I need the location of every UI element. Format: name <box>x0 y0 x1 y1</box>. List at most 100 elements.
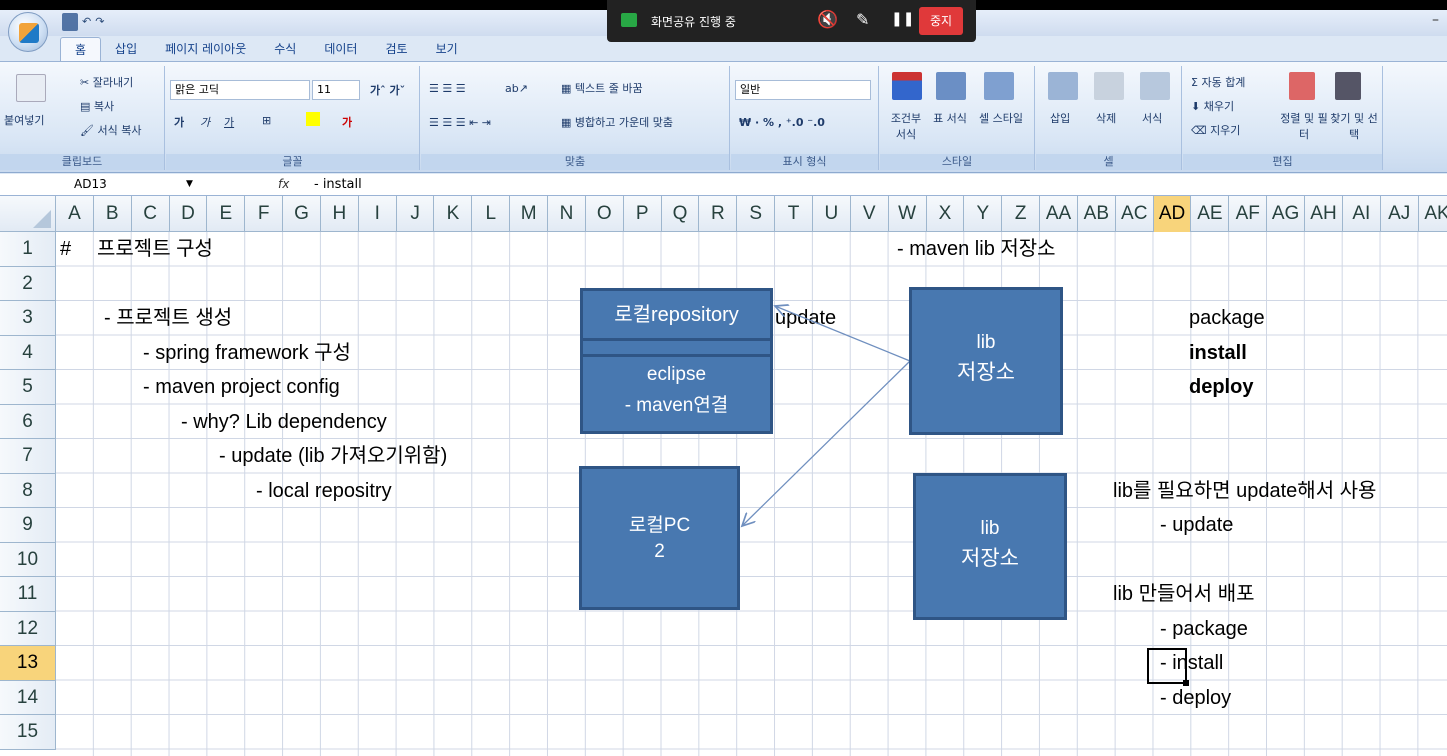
fill-color-icon[interactable] <box>306 112 320 126</box>
excel-window: ↶ ↷ – 홈 삽입 페이지 레이아웃 수식 데이터 검토 보기 붙여넣기 ✂ … <box>0 10 1447 756</box>
underline-icon[interactable]: 가 <box>224 114 234 130</box>
local-repo-title: 로컬repository <box>583 291 770 341</box>
cut-button[interactable]: ✂ 잘라내기 <box>80 74 133 90</box>
cell-style-button[interactable]: 셀 스타일 <box>976 110 1026 126</box>
horizontal-align-icons[interactable]: ☰ ☰ ☰ ⇤ ⇥ <box>429 116 491 129</box>
paste-button[interactable]: 붙여넣기 <box>4 112 44 128</box>
minimize-button[interactable]: – <box>1432 12 1439 28</box>
styles-label: 스타일 <box>880 154 1034 170</box>
number-format-select[interactable]: 일반 <box>735 80 871 100</box>
active-cell-selection[interactable] <box>1147 648 1189 686</box>
format-cells-icon[interactable] <box>1140 72 1170 100</box>
delete-button[interactable]: 삭제 <box>1096 110 1116 126</box>
local-pc-line1: 로컬PC <box>628 515 691 536</box>
share-status: 화면공유 진행 중 <box>651 15 736 29</box>
office-button[interactable] <box>8 12 48 52</box>
insert-function-icon[interactable]: fx <box>278 175 289 194</box>
editing-group: Σ 자동 합계 ⬇ 채우기 ⌫ 지우기 정렬 및 필터 찾기 및 선택 편집 <box>1183 66 1383 170</box>
conditional-format-icon[interactable] <box>892 72 922 100</box>
local-repository-shape[interactable]: 로컬repository eclipse - maven연결 <box>580 288 773 434</box>
lib-store-shape-1[interactable]: lib 저장소 <box>909 287 1063 435</box>
tab-data[interactable]: 데이터 <box>310 37 371 61</box>
autosum-button[interactable]: Σ 자동 합계 <box>1191 74 1245 90</box>
lib-store-1-line2: 저장소 <box>957 361 1015 384</box>
orientation-icon[interactable]: ab↗ <box>505 82 528 95</box>
format-button[interactable]: 서식 <box>1142 110 1162 126</box>
number-label: 표시 형식 <box>731 154 878 170</box>
quick-access-toolbar: ↶ ↷ <box>62 13 104 31</box>
paste-icon[interactable] <box>16 74 46 102</box>
italic-icon[interactable]: 가 <box>200 114 210 130</box>
local-repo-divider <box>583 341 770 357</box>
tab-formulas[interactable]: 수식 <box>260 37 310 61</box>
fill-button[interactable]: ⬇ 채우기 <box>1191 98 1234 114</box>
fill-label: 채우기 <box>1203 100 1235 113</box>
clear-button[interactable]: ⌫ 지우기 <box>1191 122 1240 138</box>
clipboard-label: 클립보드 <box>0 154 164 170</box>
formula-input[interactable]: - install <box>314 175 362 194</box>
alignment-label: 맞춤 <box>421 154 729 170</box>
copy-button[interactable]: ▤ 복사 <box>80 98 114 114</box>
format-painter-button[interactable]: 🖌 서식 복사 <box>80 122 141 138</box>
table-format-icon[interactable] <box>936 72 966 100</box>
tab-page-layout[interactable]: 페이지 레이아웃 <box>151 37 260 61</box>
insert-cells-icon[interactable] <box>1048 72 1078 100</box>
lib-store-2-line2: 저장소 <box>961 547 1019 570</box>
tab-home[interactable]: 홈 <box>60 37 102 61</box>
name-box[interactable]: AD13 <box>10 175 200 194</box>
local-repo-eclipse: eclipse <box>646 364 707 385</box>
grow-font-icon[interactable]: 가ˆ 가ˇ <box>370 82 405 98</box>
table-format-button[interactable]: 표 서식 <box>930 110 970 126</box>
find-select-button[interactable]: 찾기 및 선택 <box>1329 110 1379 142</box>
clipboard-group: 붙여넣기 ✂ 잘라내기 ▤ 복사 🖌 서식 복사 클립보드 <box>0 66 165 170</box>
merge-center-button[interactable]: ▦ 병합하고 가운데 맞춤 <box>561 114 673 130</box>
font-color-icon[interactable]: 가 <box>342 114 352 130</box>
font-group: 맑은 고딕 11 가ˆ 가ˇ 가 가 가 ⊞ 가 글꼴 <box>166 66 420 170</box>
pause-icon[interactable]: ❚❚ <box>891 11 914 27</box>
tab-view[interactable]: 보기 <box>422 37 472 61</box>
ribbon-tabs: 홈 삽입 페이지 레이아웃 수식 데이터 검토 보기 <box>60 37 472 61</box>
fill-handle[interactable] <box>1183 680 1189 686</box>
wrap-text-button[interactable]: ▦ 텍스트 줄 바꿈 <box>561 80 643 96</box>
sort-filter-button[interactable]: 정렬 및 필터 <box>1279 110 1329 142</box>
mute-icon[interactable]: 🔇 <box>817 10 838 30</box>
currency-percent-comma-icons[interactable]: ₩ · % , ⁺.0 ⁻.0 <box>739 116 825 129</box>
undo-icon[interactable]: ↶ <box>82 13 91 31</box>
format-painter-label: 서식 복사 <box>97 124 142 137</box>
copy-label: 복사 <box>93 100 115 113</box>
editing-label: 편집 <box>1183 154 1382 170</box>
tab-review[interactable]: 검토 <box>371 37 421 61</box>
wrap-text-label: 텍스트 줄 바꿈 <box>574 82 643 95</box>
vertical-align-icons[interactable]: ☰ ☰ ☰ <box>429 82 466 95</box>
office-logo-icon <box>19 23 39 43</box>
insert-button[interactable]: 삽입 <box>1050 110 1070 126</box>
conditional-format-button[interactable]: 조건부 서식 <box>886 110 926 142</box>
sort-filter-icon[interactable] <box>1289 72 1315 100</box>
border-icon[interactable]: ⊞ <box>262 114 271 127</box>
redo-icon[interactable]: ↷ <box>95 13 104 31</box>
local-pc-line2: 2 <box>654 541 665 562</box>
cut-label: 잘라내기 <box>92 76 134 89</box>
screen-share-icon <box>621 13 637 27</box>
lib-store-shape-2[interactable]: lib 저장소 <box>913 473 1067 620</box>
local-repo-maven: - maven연결 <box>624 395 729 416</box>
lib-store-1-line1: lib <box>976 332 996 353</box>
delete-cells-icon[interactable] <box>1094 72 1124 100</box>
save-icon[interactable] <box>62 13 78 31</box>
clear-label: 지우기 <box>1210 124 1241 137</box>
bold-icon[interactable]: 가 <box>174 114 184 130</box>
font-size-select[interactable]: 11 <box>312 80 360 100</box>
find-select-icon[interactable] <box>1335 72 1361 100</box>
font-name-select[interactable]: 맑은 고딕 <box>170 80 310 100</box>
stop-share-button[interactable]: 중지 <box>919 7 963 35</box>
ribbon: 붙여넣기 ✂ 잘라내기 ▤ 복사 🖌 서식 복사 클립보드 맑은 고딕 11 가… <box>0 61 1447 173</box>
pen-icon[interactable]: ✎ <box>856 10 869 29</box>
merge-center-label: 병합하고 가운데 맞춤 <box>574 116 673 129</box>
cells-label: 셀 <box>1036 154 1181 170</box>
local-pc-shape[interactable]: 로컬PC 2 <box>579 466 740 610</box>
cells-group: 삽입 삭제 서식 셀 <box>1036 66 1182 170</box>
tab-insert[interactable]: 삽입 <box>101 37 151 61</box>
name-box-dropdown-icon[interactable]: ▼ <box>186 175 193 194</box>
cell-style-icon[interactable] <box>984 72 1014 100</box>
alignment-group: ☰ ☰ ☰ ab↗ ☰ ☰ ☰ ⇤ ⇥ ▦ 텍스트 줄 바꿈 ▦ 병합하고 가운… <box>421 66 730 170</box>
